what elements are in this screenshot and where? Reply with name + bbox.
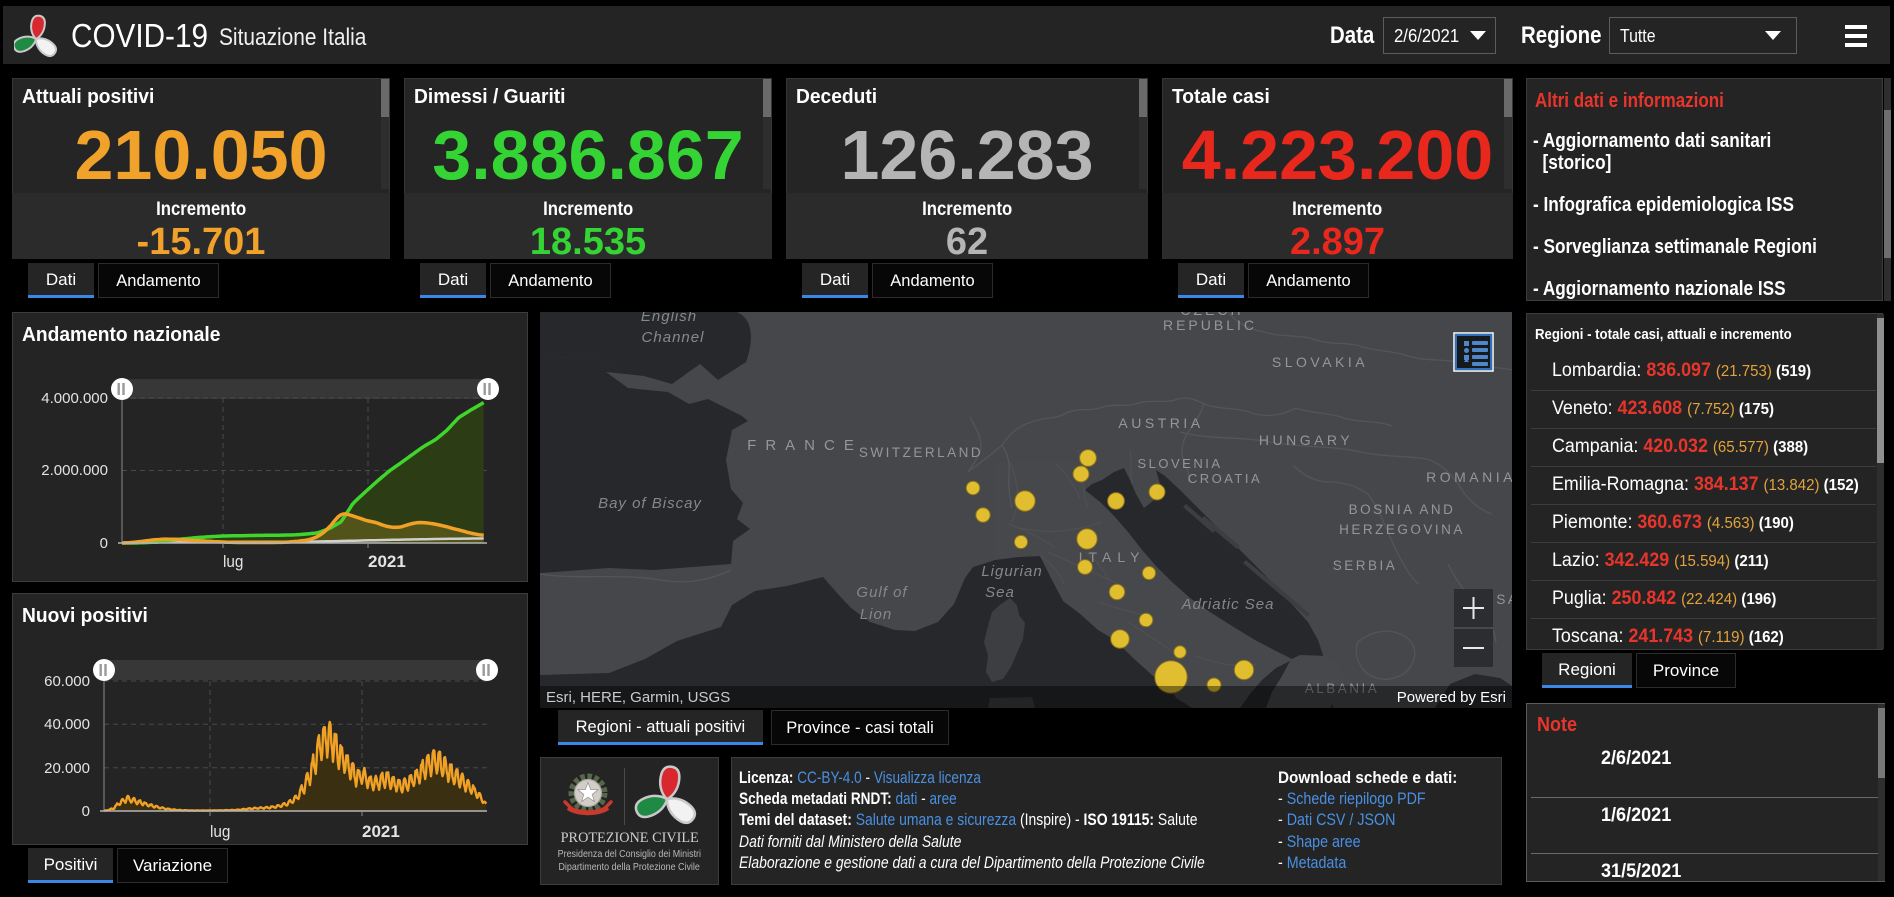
svg-text:CROATIA: CROATIA — [1188, 471, 1262, 486]
svg-text:Channel: Channel — [642, 329, 705, 346]
svg-text:English: English — [641, 312, 697, 325]
svg-text:Sea: Sea — [985, 584, 1015, 601]
svg-text:Esri, HERE, Garmin, USGS: Esri, HERE, Garmin, USGS — [546, 689, 730, 706]
svg-text:Gulf of: Gulf of — [856, 584, 908, 601]
svg-text:Lion: Lion — [860, 606, 892, 623]
svg-text:SLOVENIA: SLOVENIA — [1137, 456, 1222, 471]
svg-text:SAR: SAR — [1496, 592, 1512, 607]
svg-text:SERBIA: SERBIA — [1333, 558, 1398, 573]
svg-text:BOSNIA AND: BOSNIA AND — [1349, 502, 1456, 517]
svg-text:Ligurian: Ligurian — [981, 563, 1042, 580]
svg-text:Adriatic Sea: Adriatic Sea — [1181, 596, 1275, 613]
svg-text:Powered by Esri: Powered by Esri — [1397, 689, 1506, 706]
svg-text:HUNGARY: HUNGARY — [1259, 432, 1353, 448]
svg-text:Bay of Biscay: Bay of Biscay — [598, 495, 702, 512]
svg-text:FRANCE: FRANCE — [747, 437, 863, 454]
svg-text:SWITZERLAND: SWITZERLAND — [859, 445, 983, 460]
svg-text:ROMANIA: ROMANIA — [1426, 469, 1512, 485]
svg-text:AUSTRIA: AUSTRIA — [1118, 415, 1203, 431]
svg-text:HERZEGOVINA: HERZEGOVINA — [1339, 522, 1465, 537]
svg-text:REPUBLIC: REPUBLIC — [1163, 317, 1257, 333]
svg-text:SLOVAKIA: SLOVAKIA — [1272, 354, 1368, 370]
